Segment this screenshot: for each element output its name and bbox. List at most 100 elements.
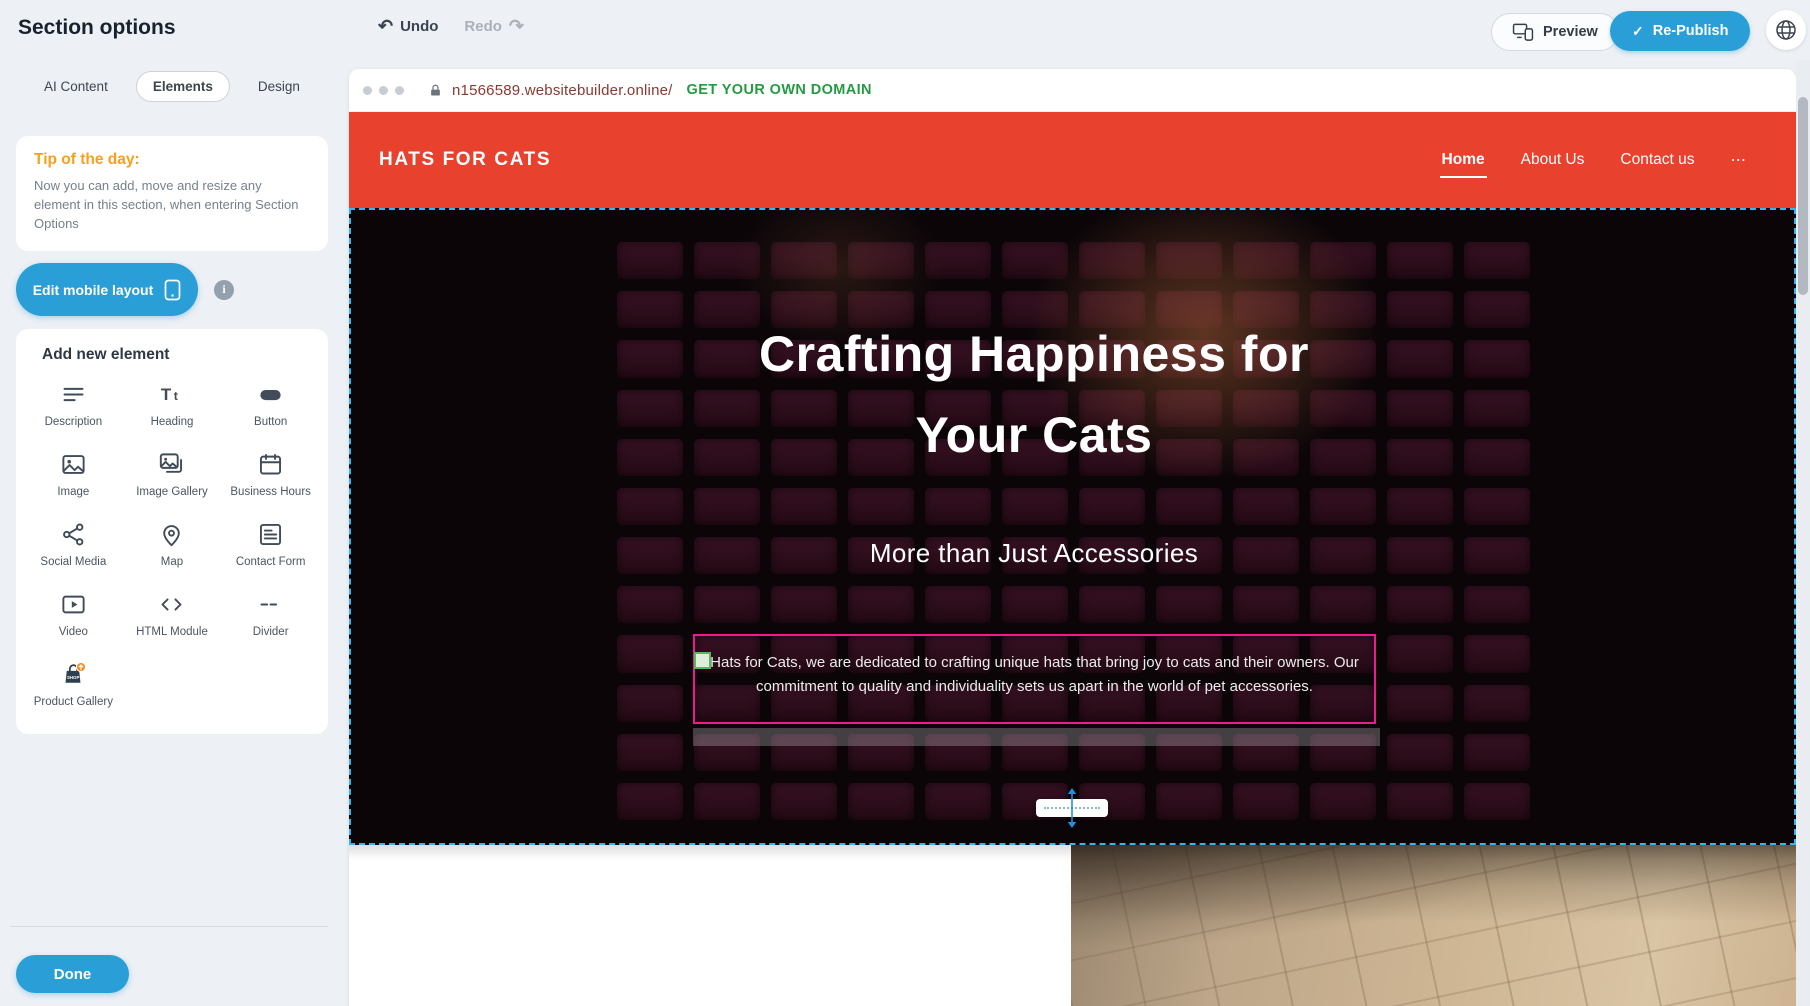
- element-item-business-hours[interactable]: Business Hours: [221, 448, 320, 502]
- preview-label: Preview: [1543, 24, 1598, 40]
- scrollbar-track[interactable]: [1796, 60, 1810, 1006]
- tip-title: Tip of the day:: [34, 151, 310, 169]
- lock-icon: [428, 83, 443, 98]
- hero-title: Crafting Happiness for Your Cats: [349, 314, 1719, 476]
- element-item-label: HTML Module: [136, 625, 208, 640]
- svg-text:t: t: [174, 389, 178, 403]
- mobile-layout-row: Edit mobile layout i: [16, 263, 234, 316]
- element-item-video[interactable]: Video: [24, 588, 123, 642]
- redo-label: Redo: [464, 18, 502, 35]
- element-item-map[interactable]: Map: [123, 518, 222, 572]
- done-label: Done: [54, 966, 92, 983]
- element-item-social-media[interactable]: Social Media: [24, 518, 123, 572]
- republish-label: Re-Publish: [1653, 23, 1729, 39]
- nav-item-contact-us[interactable]: Contact us: [1620, 151, 1694, 169]
- site-header: HATS FOR CATS Home About Us Contact us ⋯: [349, 112, 1796, 208]
- element-item-label: Description: [45, 415, 103, 430]
- done-button[interactable]: Done: [16, 955, 129, 993]
- info-icon[interactable]: i: [214, 280, 234, 300]
- site-url: n1566589.websitebuilder.online/: [452, 82, 673, 99]
- heading-icon: Tt: [158, 380, 185, 409]
- element-item-label: Heading: [151, 415, 194, 430]
- element-item-label: Divider: [253, 625, 289, 640]
- hero-subtitle: More than Just Accessories: [349, 538, 1719, 569]
- undo-redo-group: ↶ Undo Redo ↷: [378, 17, 524, 35]
- phone-icon: [164, 279, 181, 301]
- element-item-contact-form[interactable]: Contact Form: [221, 518, 320, 572]
- tab-elements[interactable]: Elements: [136, 71, 230, 102]
- add-element-panel: Add new element DescriptionTtHeadingButt…: [16, 329, 328, 734]
- element-item-product-gallery[interactable]: SHOP Product Gallery: [24, 658, 123, 712]
- sidebar-tabs: AI Content Elements Design: [16, 71, 328, 102]
- element-item-label: Product Gallery: [34, 695, 113, 710]
- element-item-label: Business Hours: [230, 485, 311, 500]
- republish-button[interactable]: ✓ Re-Publish: [1610, 11, 1750, 51]
- element-item-label: Image: [57, 485, 89, 500]
- element-item-heading[interactable]: Tt Heading: [123, 378, 222, 432]
- undo-label: Undo: [400, 18, 438, 35]
- element-item-image-gallery[interactable]: Image Gallery: [123, 448, 222, 502]
- section-resize-handle[interactable]: [1036, 788, 1108, 828]
- product-gallery-icon: SHOP: [60, 660, 87, 689]
- video-icon: [60, 590, 87, 619]
- site-viewport: HATS FOR CATS Home About Us Contact us ⋯ Cr…: [349, 112, 1796, 1006]
- site-logo[interactable]: HATS FOR CATS: [379, 149, 551, 171]
- description-icon: [60, 380, 87, 409]
- hero-content: Crafting Happiness for Your Cats More th…: [349, 208, 1719, 845]
- sidebar-divider: [10, 926, 328, 927]
- preview-button[interactable]: Preview: [1491, 13, 1619, 51]
- html-module-icon: [158, 590, 185, 619]
- get-domain-link[interactable]: GET YOUR OWN DOMAIN: [687, 82, 872, 98]
- edit-mobile-label: Edit mobile layout: [33, 282, 154, 298]
- element-item-label: Social Media: [40, 555, 106, 570]
- resize-arrows-icon: [1065, 788, 1079, 833]
- divider-icon: [257, 590, 284, 619]
- element-item-image[interactable]: Image: [24, 448, 123, 502]
- undo-icon: ↶: [378, 17, 393, 35]
- check-icon: ✓: [1632, 23, 1644, 40]
- window-controls: [363, 86, 404, 95]
- tip-body: Now you can add, move and resize any ele…: [34, 177, 310, 234]
- nav-item-more[interactable]: ⋯: [1731, 151, 1747, 170]
- selected-paragraph-element[interactable]: Hats for Cats, we are dedicated to craft…: [693, 634, 1376, 724]
- window-dot: [379, 86, 388, 95]
- element-item-divider[interactable]: Divider: [221, 588, 320, 642]
- page-title: Section options: [18, 16, 176, 40]
- element-item-label: Image Gallery: [136, 485, 208, 500]
- tab-design[interactable]: Design: [242, 71, 316, 102]
- svg-text:T: T: [161, 385, 172, 404]
- business-hours-icon: [257, 450, 284, 479]
- hero-paragraph: Hats for Cats, we are dedicated to craft…: [695, 636, 1374, 699]
- button-icon: [257, 380, 284, 409]
- nav-item-home[interactable]: Home: [1442, 151, 1485, 169]
- element-item-html-module[interactable]: HTML Module: [123, 588, 222, 642]
- window-dot: [395, 86, 404, 95]
- element-item-label: Map: [161, 555, 183, 570]
- element-drag-handle[interactable]: [694, 652, 711, 669]
- tab-ai-content[interactable]: AI Content: [28, 71, 124, 102]
- undo-button[interactable]: ↶ Undo: [378, 17, 438, 35]
- globe-icon: [1774, 18, 1798, 42]
- redo-button[interactable]: Redo ↷: [464, 17, 524, 35]
- paving-image: [1071, 845, 1796, 1006]
- element-grid: Description Tt Heading Button Image Image Gal…: [24, 378, 320, 712]
- nav-item-about-us[interactable]: About Us: [1521, 151, 1585, 169]
- element-item-label: Video: [59, 625, 88, 640]
- element-item-button[interactable]: Button: [221, 378, 320, 432]
- site-preview-window: n1566589.websitebuilder.online/ GET YOUR…: [349, 69, 1796, 1006]
- site-nav: Home About Us Contact us ⋯: [1442, 151, 1746, 170]
- map-icon: [158, 520, 185, 549]
- social-media-icon: [60, 520, 87, 549]
- redo-icon: ↷: [509, 17, 524, 35]
- element-item-description[interactable]: Description: [24, 378, 123, 432]
- hero-section[interactable]: Crafting Happiness for Your Cats More th…: [349, 208, 1796, 845]
- window-dot: [363, 86, 372, 95]
- element-item-label: Button: [254, 415, 287, 430]
- language-globe-button[interactable]: [1766, 10, 1806, 50]
- edit-mobile-layout-button[interactable]: Edit mobile layout: [16, 263, 198, 316]
- browser-chrome: n1566589.websitebuilder.online/ GET YOUR…: [349, 69, 1796, 112]
- svg-text:SHOP: SHOP: [67, 675, 79, 680]
- scrollbar-thumb[interactable]: [1798, 97, 1808, 295]
- next-section[interactable]: [349, 845, 1796, 1006]
- element-item-label: Contact Form: [236, 555, 306, 570]
